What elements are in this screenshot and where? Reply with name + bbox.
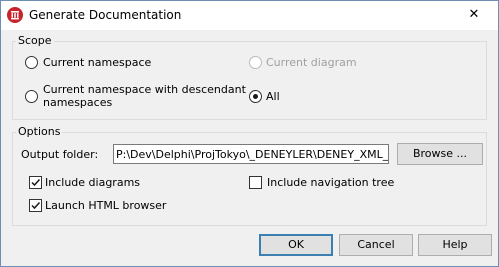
ok-button[interactable]: OK <box>259 234 333 256</box>
browse-button[interactable]: Browse ... <box>397 143 483 165</box>
radio-namespace-with-descendants-label-line2[interactable]: namespaces <box>43 96 112 109</box>
close-button[interactable]: ✕ <box>451 1 497 30</box>
radio-all[interactable] <box>249 90 262 103</box>
output-folder-input[interactable]: P:\Dev\Delphi\ProjTokyo\_DENEYLER\DENEY_… <box>113 144 389 164</box>
include-navigation-tree-checkbox[interactable] <box>249 176 262 189</box>
radio-all-label[interactable]: All <box>266 90 280 103</box>
close-icon: ✕ <box>468 7 480 22</box>
options-group-label: Options <box>16 125 63 138</box>
include-navigation-tree-label[interactable]: Include navigation tree <box>267 176 394 189</box>
launch-html-browser-checkbox[interactable] <box>29 199 42 212</box>
include-diagrams-checkbox[interactable] <box>29 176 42 189</box>
title-bar[interactable]: Generate Documentation ✕ <box>1 1 498 30</box>
cancel-button[interactable]: Cancel <box>339 234 413 256</box>
radio-current-diagram <box>249 56 262 69</box>
radio-current-namespace[interactable] <box>25 56 38 69</box>
checkmark-icon <box>31 178 41 187</box>
help-button[interactable]: Help <box>418 234 492 256</box>
generate-documentation-dialog: Generate Documentation ✕ Scope Current n… <box>0 0 499 267</box>
include-diagrams-label[interactable]: Include diagrams <box>45 176 140 189</box>
output-folder-value: P:\Dev\Delphi\ProjTokyo\_DENEYLER\DENEY_… <box>116 148 389 161</box>
app-logo-icon <box>7 7 23 23</box>
radio-current-namespace-label[interactable]: Current namespace <box>43 56 151 69</box>
radio-namespace-with-descendants[interactable] <box>25 90 38 103</box>
launch-html-browser-label[interactable]: Launch HTML browser <box>45 199 166 212</box>
window-title: Generate Documentation <box>29 8 182 22</box>
output-folder-label: Output folder: <box>21 148 99 161</box>
checkmark-icon <box>31 201 41 210</box>
radio-selected-dot <box>253 94 258 99</box>
scope-group-label: Scope <box>16 34 54 47</box>
radio-current-diagram-label: Current diagram <box>266 56 357 69</box>
radio-namespace-with-descendants-label-line1[interactable]: Current namespace with descendant <box>43 83 246 96</box>
